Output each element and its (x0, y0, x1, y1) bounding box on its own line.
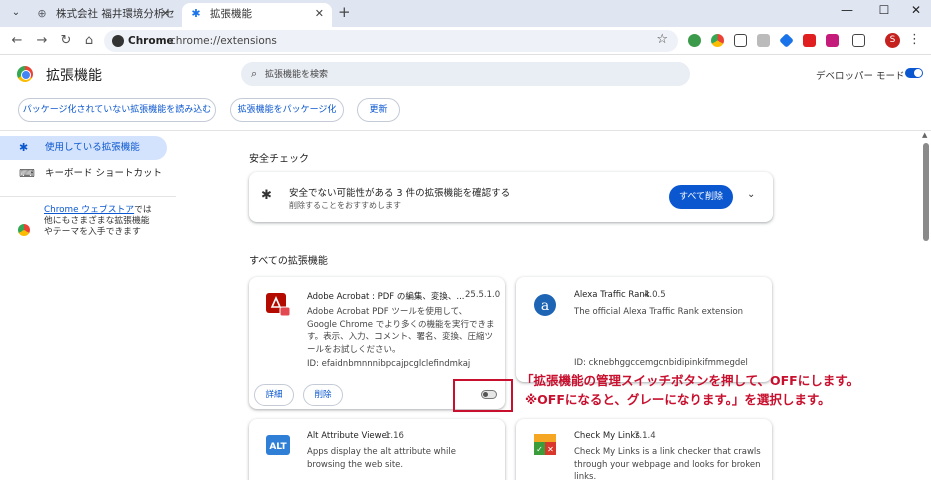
chrome-icon (112, 35, 124, 47)
page-scrollbar[interactable]: ▲ (921, 131, 931, 480)
tab-search-chevron-icon[interactable]: ⌄ (7, 4, 25, 22)
annotation-line-2: ※OFFになると、グレーになります。」を選択します。 (525, 392, 831, 407)
sidebar-item-label: キーボード ショートカット (45, 168, 163, 179)
chevron-down-icon[interactable]: ⌄ (747, 189, 755, 200)
close-window-icon[interactable]: ✕ (904, 3, 928, 17)
toggle-highlight-box (453, 379, 513, 412)
extension-icon-blue-tag[interactable] (779, 33, 794, 48)
home-icon[interactable]: ⌂ (80, 32, 98, 50)
dev-mode-label: デベロッパー モード (816, 71, 905, 82)
all-extensions-title: すべての拡張機能 (249, 256, 328, 267)
web-store-link[interactable]: Chrome ウェブストア (44, 205, 134, 215)
extension-card-alexa: a Alexa Traffic Rank 4.0.5 The official … (516, 277, 772, 382)
sidebar-item-my-extensions[interactable]: ✱ 使用している拡張機能 (0, 136, 167, 160)
svg-text:✕: ✕ (547, 445, 554, 454)
tab-fukui[interactable]: ⊕ 株式会社 福井環境分析セ ✕ (28, 3, 178, 27)
svg-text:a: a (541, 298, 549, 314)
safety-section-title: 安全チェック (249, 154, 309, 165)
sidebar-item-label: 使用している拡張機能 (45, 142, 140, 153)
extensions-header: 拡張機能 ⌕ 拡張機能を検索 デベロッパー モード (0, 55, 931, 95)
action-bar: パッケージ化されていない拡張機能を読み込む 拡張機能をパッケージ化 更新 (0, 95, 931, 131)
globe-icon: ⊕ (37, 7, 47, 20)
extension-icon-gray[interactable] (757, 34, 770, 47)
extension-id: ID: cknebhggccemgcnbidipinkifmmegdel (574, 358, 748, 368)
safety-check-card: ✱ 安全でない可能性がある 3 件の拡張機能を確認する 削除することをおすすめし… (249, 172, 773, 222)
extension-icon-pink[interactable] (826, 34, 839, 47)
tab-title: 株式会社 福井環境分析セ (56, 8, 175, 20)
sidebar-item-shortcuts[interactable]: ⌨ キーボード ショートカット (0, 162, 167, 186)
extension-version: 7.1.4 (634, 431, 656, 441)
extension-description: Apps display the alt attribute while bro… (307, 447, 456, 470)
extension-icon-chrome[interactable] (711, 34, 724, 47)
reload-icon[interactable]: ↻ (57, 32, 75, 50)
svg-text:✓: ✓ (536, 445, 543, 454)
tab-title: 拡張機能 (210, 8, 252, 20)
dev-mode-toggle[interactable] (905, 68, 923, 78)
tab-extensions[interactable]: ✱ 拡張機能 ✕ (182, 3, 332, 27)
maximize-icon[interactable]: ☐ (872, 3, 896, 17)
safety-title: 安全でない可能性がある 3 件の拡張機能を確認する (289, 188, 511, 199)
extension-icon-green[interactable] (688, 34, 701, 47)
avatar[interactable]: S (885, 33, 900, 48)
extension-description: The official Alexa Traffic Rank extensio… (574, 307, 744, 317)
extension-description: Adobe Acrobat PDF ツールを使用して、Google Chrome… (307, 307, 495, 355)
back-icon[interactable]: ← (8, 32, 26, 50)
more-menu-icon[interactable]: ⋮ (908, 32, 921, 47)
alexa-icon: a (531, 291, 559, 319)
extension-name: Adobe Acrobat : PDF の編集、変換、... (307, 292, 465, 302)
browser-toolbar: ← → ↻ ⌂ Chrome chrome://extensions ☆ S ⋮ (0, 27, 931, 55)
minimize-icon[interactable]: — (835, 3, 859, 17)
new-tab-icon[interactable]: + (338, 3, 351, 21)
extension-card-alt-viewer: ALT Alt Attribute Viewer 1.16 Apps displ… (249, 419, 505, 480)
site-chip: Chrome (128, 35, 174, 47)
extension-description: Check My Links is a link checker that cr… (574, 447, 761, 480)
safety-subtitle: 削除することをおすすめします (289, 201, 401, 210)
svg-text:ALT: ALT (269, 442, 287, 452)
instruction-annotation: 「拡張機能の管理スイッチボタンを押して、OFFにします。 ※OFFになると、グレ… (521, 371, 931, 409)
tab-strip: ⌄ ⊕ 株式会社 福井環境分析セ ✕ ✱ 拡張機能 ✕ + — ☐ ✕ (0, 0, 931, 27)
alt-attribute-icon: ALT (264, 431, 292, 459)
adobe-acrobat-icon (264, 291, 292, 319)
remove-all-button[interactable]: すべて削除 (669, 185, 733, 209)
extension-name: Alt Attribute Viewer (307, 431, 391, 441)
search-icon: ⌕ (251, 67, 258, 80)
search-placeholder: 拡張機能を検索 (265, 70, 329, 80)
update-button[interactable]: 更新 (357, 98, 400, 122)
puzzle-icon: ✱ (261, 188, 272, 203)
puzzle-icon: ✱ (19, 141, 29, 154)
extension-icon-red[interactable] (803, 34, 816, 47)
pack-extension-button[interactable]: 拡張機能をパッケージ化 (230, 98, 344, 122)
extension-name: Alexa Traffic Rank (574, 290, 650, 300)
scroll-up-icon[interactable]: ▲ (922, 131, 927, 139)
puzzle-icon: ✱ (191, 7, 201, 20)
web-store-icon (18, 224, 30, 236)
extension-version: 4.0.5 (644, 290, 666, 300)
extensions-puzzle-icon[interactable] (852, 34, 865, 47)
extension-name: Check My Links (574, 431, 640, 441)
search-input[interactable]: ⌕ 拡張機能を検索 (241, 62, 690, 86)
extension-card-check-links: ✓ ✕ Check My Links 7.1.4 Check My Links … (516, 419, 772, 480)
close-icon[interactable]: ✕ (315, 3, 324, 25)
page-title: 拡張機能 (46, 68, 102, 84)
keyboard-icon: ⌨ (19, 167, 35, 180)
annotation-line-1: 「拡張機能の管理スイッチボタンを押して、OFFにします。 (521, 373, 859, 388)
address-bar[interactable]: Chrome chrome://extensions ☆ (104, 30, 678, 52)
extension-version: 1.16 (385, 431, 404, 441)
scrollbar-thumb[interactable] (923, 143, 929, 241)
details-button[interactable]: 詳細 (254, 384, 294, 406)
sidebar-divider (0, 196, 176, 197)
screenshot-icon[interactable] (734, 34, 747, 47)
check-my-links-icon: ✓ ✕ (531, 431, 559, 459)
url-text[interactable]: chrome://extensions (170, 33, 277, 49)
close-icon[interactable]: ✕ (161, 3, 170, 25)
extension-id: ID: efaidnbmnnnibpcajpcglclefindmkaj (307, 359, 471, 369)
forward-icon[interactable]: → (33, 32, 51, 50)
load-unpacked-button[interactable]: パッケージ化されていない拡張機能を読み込む (18, 98, 216, 122)
extension-version: 25.5.1.0 (465, 290, 501, 300)
web-store-promo: Chrome ウェブストアでは他にもさまざまな拡張機能やテーマを入手できます (44, 205, 154, 238)
chrome-logo-icon (17, 66, 33, 82)
bookmark-star-icon[interactable]: ☆ (656, 32, 668, 47)
remove-button[interactable]: 削除 (303, 384, 343, 406)
